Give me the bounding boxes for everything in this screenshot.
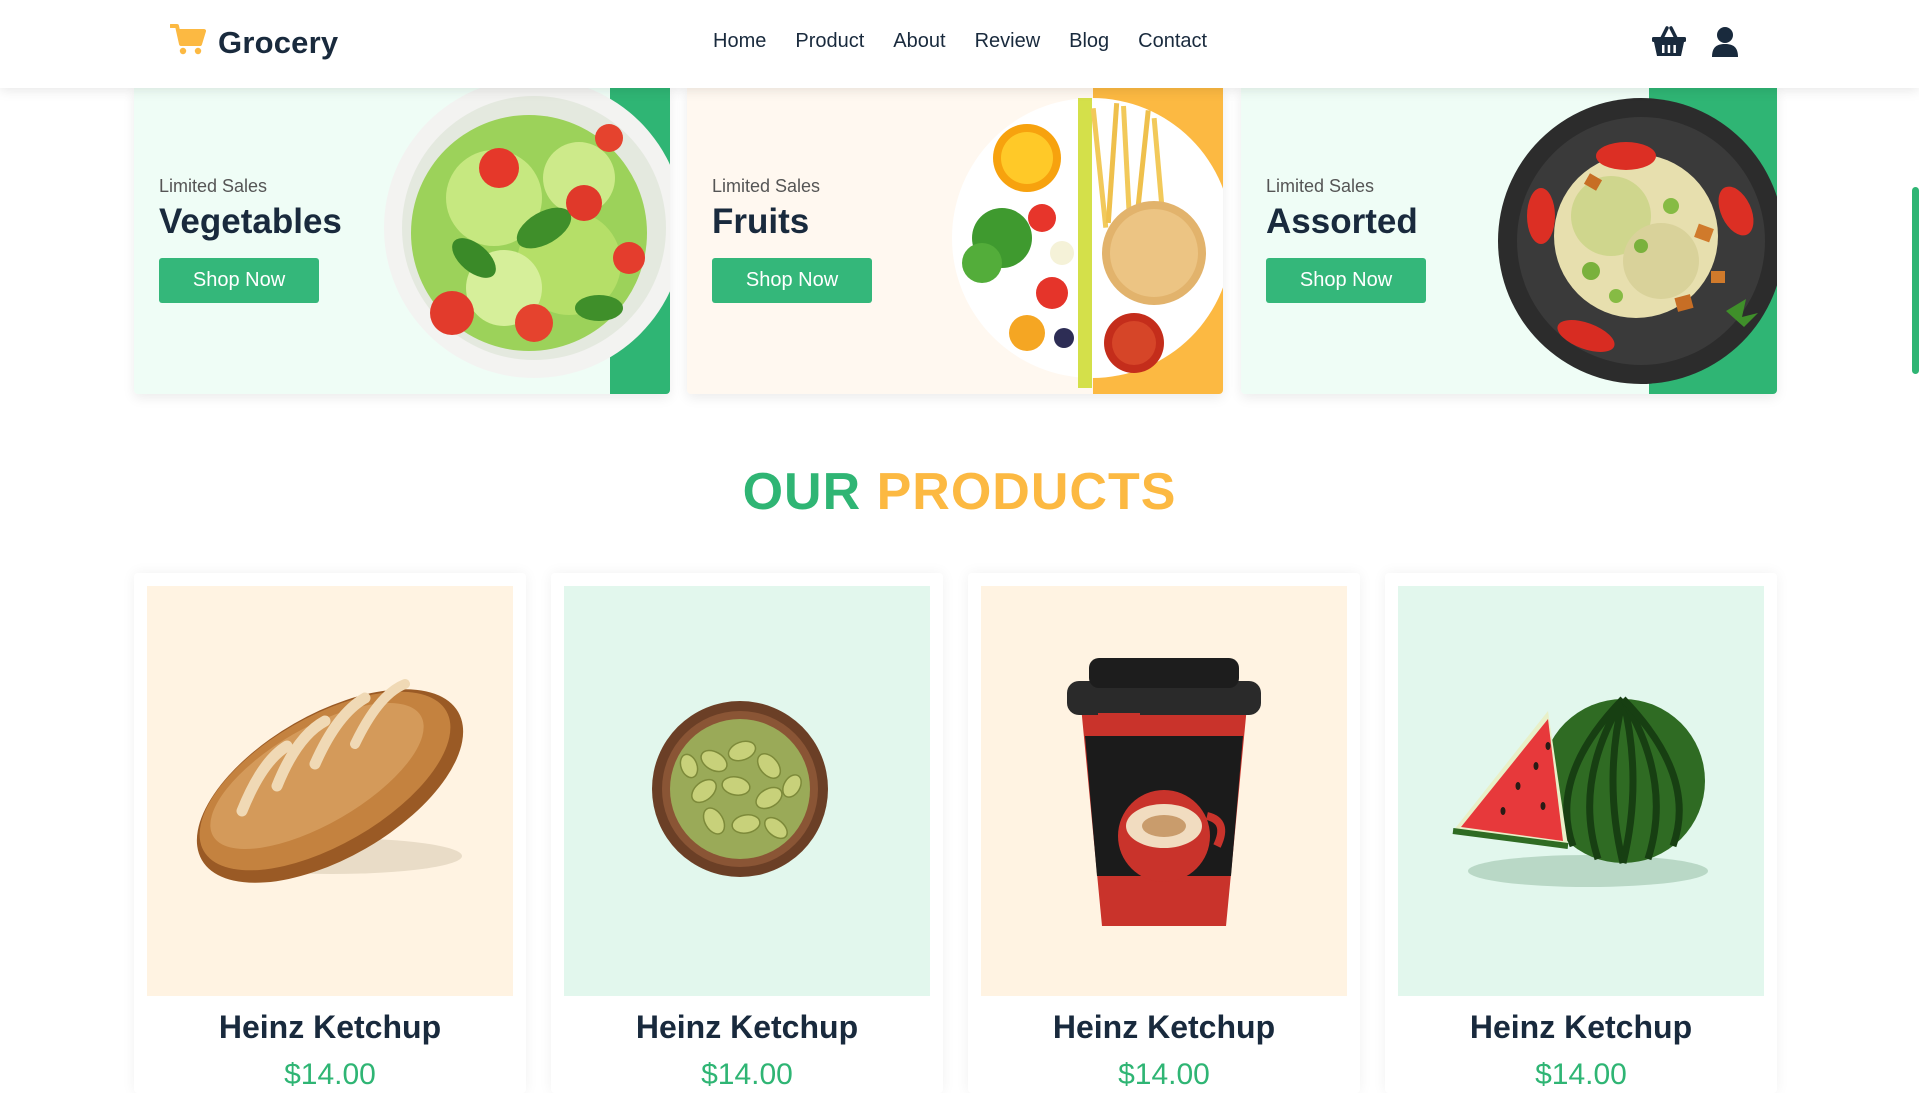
main-nav: Home Product About Review Blog Contact xyxy=(713,30,1207,53)
basket-icon[interactable] xyxy=(1651,26,1687,63)
nav-blog[interactable]: Blog xyxy=(1069,30,1109,53)
user-icon[interactable] xyxy=(1711,26,1739,63)
nav-contact[interactable]: Contact xyxy=(1138,30,1207,53)
product-image-bread[interactable] xyxy=(147,586,513,996)
shop-now-button[interactable]: Shop Now xyxy=(1266,258,1426,303)
product-name: Heinz Ketchup xyxy=(1052,1009,1276,1045)
promo-card-vegetables: Limited Sales Vegetables Shop Now xyxy=(134,88,670,394)
brand-name: Grocery xyxy=(218,24,339,60)
product-price: $14.00 xyxy=(284,1058,376,1091)
product-card[interactable]: Heinz Ketchup $14.00 xyxy=(551,573,943,1093)
page-scrollbar[interactable] xyxy=(1912,187,1919,374)
nav-product[interactable]: Product xyxy=(795,30,864,53)
section-title-part2: PRODUCTS xyxy=(876,463,1177,521)
product-name: Heinz Ketchup xyxy=(635,1009,859,1045)
product-card[interactable]: Heinz Ketchup $14.00 xyxy=(1385,573,1777,1093)
product-price: $14.00 xyxy=(1535,1058,1627,1091)
nav-home[interactable]: Home xyxy=(713,30,766,53)
product-name: Heinz Ketchup xyxy=(1469,1009,1693,1045)
shop-now-button[interactable]: Shop Now xyxy=(159,258,319,303)
fruits-plate-image xyxy=(952,98,1223,388)
promo-title: Fruits xyxy=(712,202,810,241)
nav-review[interactable]: Review xyxy=(975,30,1041,53)
product-price: $14.00 xyxy=(701,1058,793,1091)
promo-title: Assorted xyxy=(1266,202,1418,241)
promo-label: Limited Sales xyxy=(712,176,821,196)
product-image-cardamom[interactable] xyxy=(564,586,930,996)
site-header: Grocery Home Product About Review Blog C… xyxy=(0,0,1919,88)
product-image-coffee-cup[interactable] xyxy=(981,586,1347,996)
promo-label: Limited Sales xyxy=(1266,176,1375,196)
vegetables-salad-image xyxy=(384,88,670,378)
brand-logo[interactable]: Grocery xyxy=(169,24,339,61)
promo-card-assorted: Limited Sales Assorted Shop Now xyxy=(1241,88,1777,394)
product-card[interactable]: Heinz Ketchup $14.00 xyxy=(968,573,1360,1093)
product-price: $14.00 xyxy=(1118,1058,1210,1091)
section-title: OUR PRODUCTS xyxy=(0,462,1919,522)
product-name: Heinz Ketchup xyxy=(218,1009,442,1045)
promo-label: Limited Sales xyxy=(159,176,268,196)
assorted-dish-image xyxy=(1498,98,1777,384)
promo-title: Vegetables xyxy=(159,202,342,241)
product-card[interactable]: Heinz Ketchup $14.00 xyxy=(134,573,526,1093)
product-image-watermelon[interactable] xyxy=(1398,586,1764,996)
promo-card-fruits: Limited Sales Fruits Shop Now xyxy=(687,88,1223,394)
cart-icon xyxy=(169,24,206,61)
section-title-part1: OUR xyxy=(742,463,862,521)
nav-about[interactable]: About xyxy=(893,30,945,53)
shop-now-button[interactable]: Shop Now xyxy=(712,258,872,303)
